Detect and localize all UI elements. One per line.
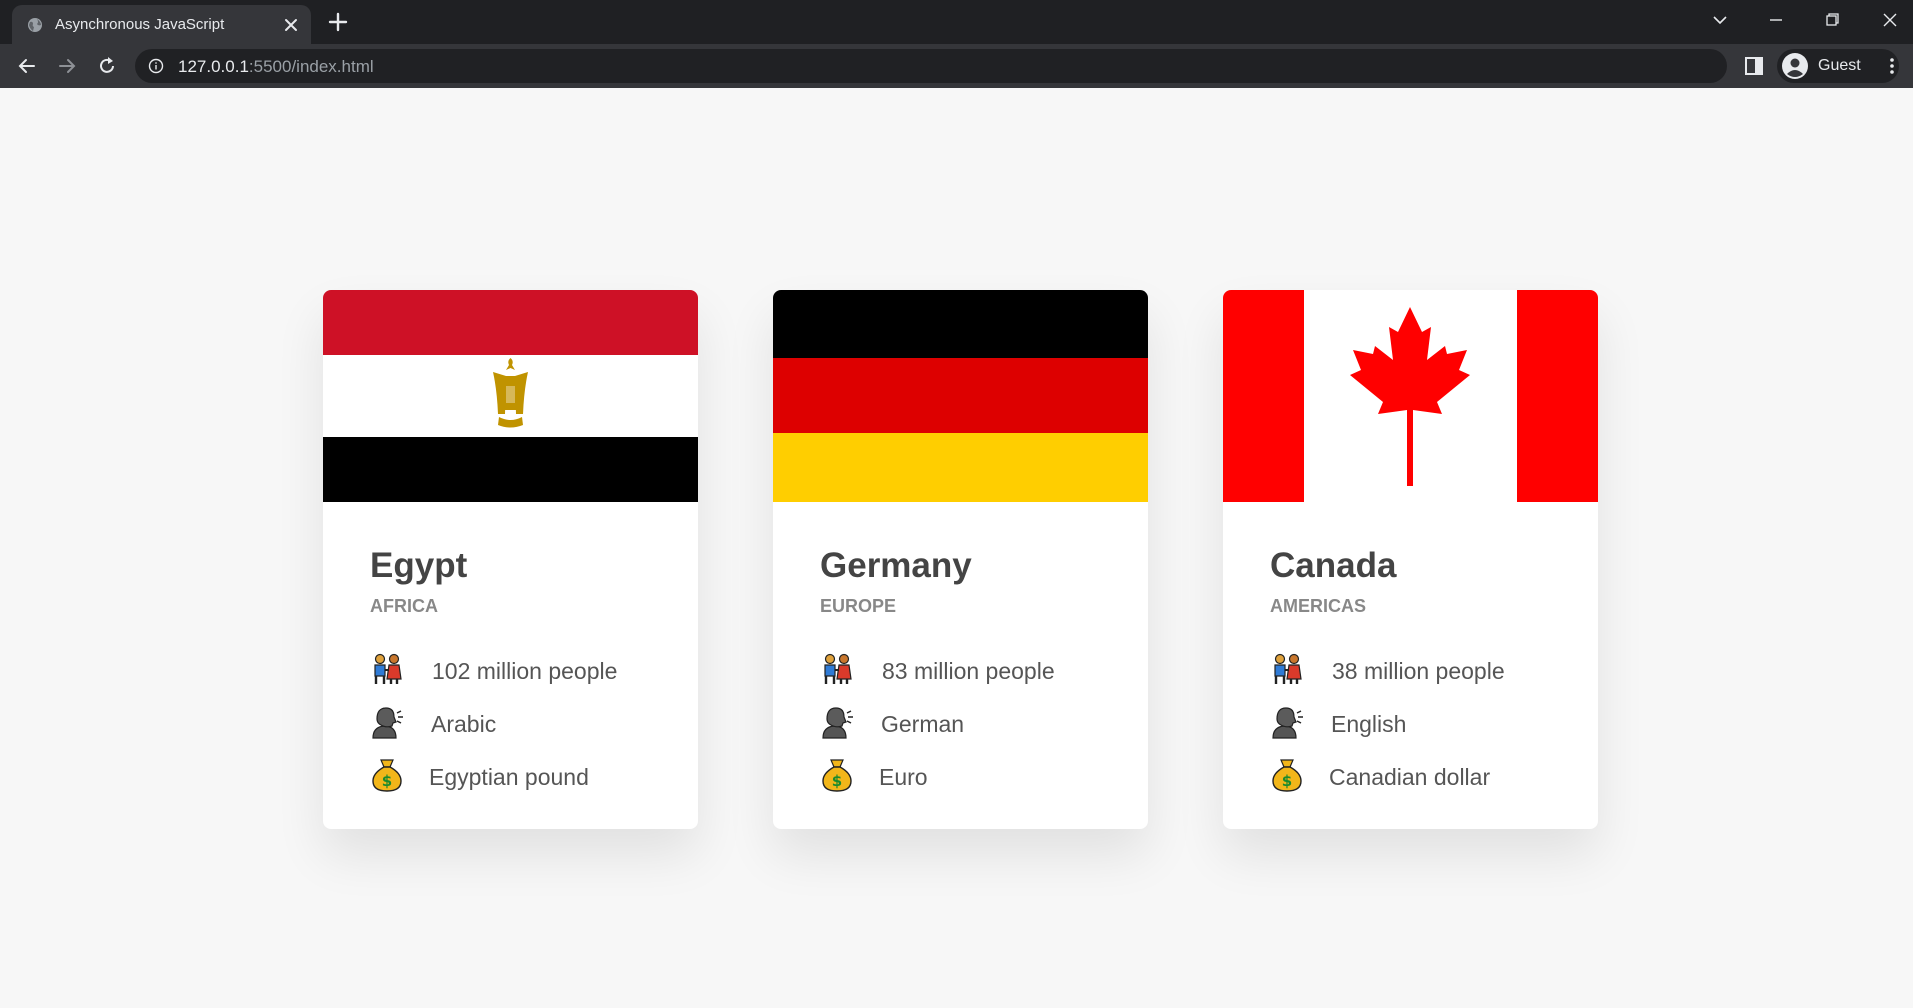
language-row: English [1270, 705, 1570, 745]
tab-search-icon[interactable] [1706, 8, 1734, 32]
country-name: Germany [820, 546, 972, 585]
close-tab-icon[interactable] [282, 16, 300, 34]
money-bag-icon: $ [1272, 759, 1302, 792]
country-region: AMERICAS [1270, 596, 1367, 616]
avatar-icon [1782, 53, 1808, 79]
language-row: German [820, 705, 1120, 745]
currency-text: Euro [879, 764, 928, 790]
restore-icon[interactable] [1818, 8, 1846, 32]
browser-toolbar: 127.0.0.1:5500/index.html Guest [0, 44, 1913, 88]
country-region: EUROPE [820, 596, 897, 616]
speaking-head-icon [822, 707, 853, 739]
population-row: 38 million people [1270, 652, 1570, 692]
profile-button[interactable]: Guest [1777, 49, 1899, 83]
currency-text: Egyptian pound [429, 764, 589, 790]
population-text: 102 million people [432, 658, 618, 684]
new-tab-icon[interactable] [326, 10, 350, 34]
country-name: Canada [1270, 546, 1397, 585]
money-bag-icon: $ [822, 759, 852, 792]
back-icon[interactable] [15, 54, 39, 78]
people-holding-hands-icon [374, 653, 402, 684]
money-bag-icon: $ [372, 759, 402, 792]
language-row: Arabic [370, 705, 670, 745]
page-content: Egypt AFRICA 102 million people Arabic $… [0, 88, 1913, 1008]
address-bar[interactable]: 127.0.0.1:5500/index.html [135, 49, 1727, 83]
germany-flag [773, 290, 1148, 502]
profile-label: Guest [1818, 57, 1861, 74]
browser-tab[interactable]: Asynchronous JavaScript [12, 5, 311, 44]
language-text: Arabic [431, 711, 497, 737]
country-card-egypt: Egypt AFRICA 102 million people Arabic $… [323, 290, 698, 829]
more-menu-icon[interactable] [1882, 56, 1902, 76]
population-row: 102 million people [370, 652, 670, 692]
population-row: 83 million people [820, 652, 1120, 692]
country-card-germany: Germany EUROPE 83 million people German [773, 290, 1148, 829]
language-text: German [881, 711, 965, 737]
egypt-flag [323, 290, 698, 502]
population-text: 83 million people [882, 658, 1055, 684]
globe-icon [28, 18, 42, 32]
currency-row: $ Euro [820, 758, 1120, 798]
people-holding-hands-icon [1274, 653, 1302, 684]
currency-text: Canadian dollar [1329, 764, 1491, 790]
side-panel-icon[interactable] [1743, 55, 1765, 77]
country-name: Egypt [370, 546, 468, 585]
speaking-head-icon [1272, 707, 1303, 739]
close-window-icon[interactable] [1876, 8, 1904, 32]
country-card-canada: Canada AMERICAS 38 million people Englis… [1223, 290, 1598, 829]
people-holding-hands-icon [824, 653, 852, 684]
tab-title: Asynchronous JavaScript [55, 16, 225, 33]
reload-icon[interactable] [95, 54, 119, 78]
language-text: English [1331, 711, 1407, 737]
svg-text:$: $ [1282, 772, 1292, 790]
info-icon[interactable] [148, 58, 164, 74]
canada-flag [1223, 290, 1598, 502]
svg-text:$: $ [832, 772, 842, 790]
currency-row: $ Canadian dollar [1270, 758, 1570, 798]
forward-icon[interactable] [55, 54, 79, 78]
population-text: 38 million people [1332, 658, 1505, 684]
currency-row: $ Egyptian pound [370, 758, 670, 798]
url-text: 127.0.0.1:5500/index.html [178, 57, 374, 76]
browser-tab-bar: Asynchronous JavaScript [0, 0, 1913, 44]
minimize-icon[interactable] [1762, 8, 1790, 32]
country-region: AFRICA [370, 596, 438, 616]
speaking-head-icon [372, 707, 403, 739]
svg-text:$: $ [382, 772, 392, 790]
